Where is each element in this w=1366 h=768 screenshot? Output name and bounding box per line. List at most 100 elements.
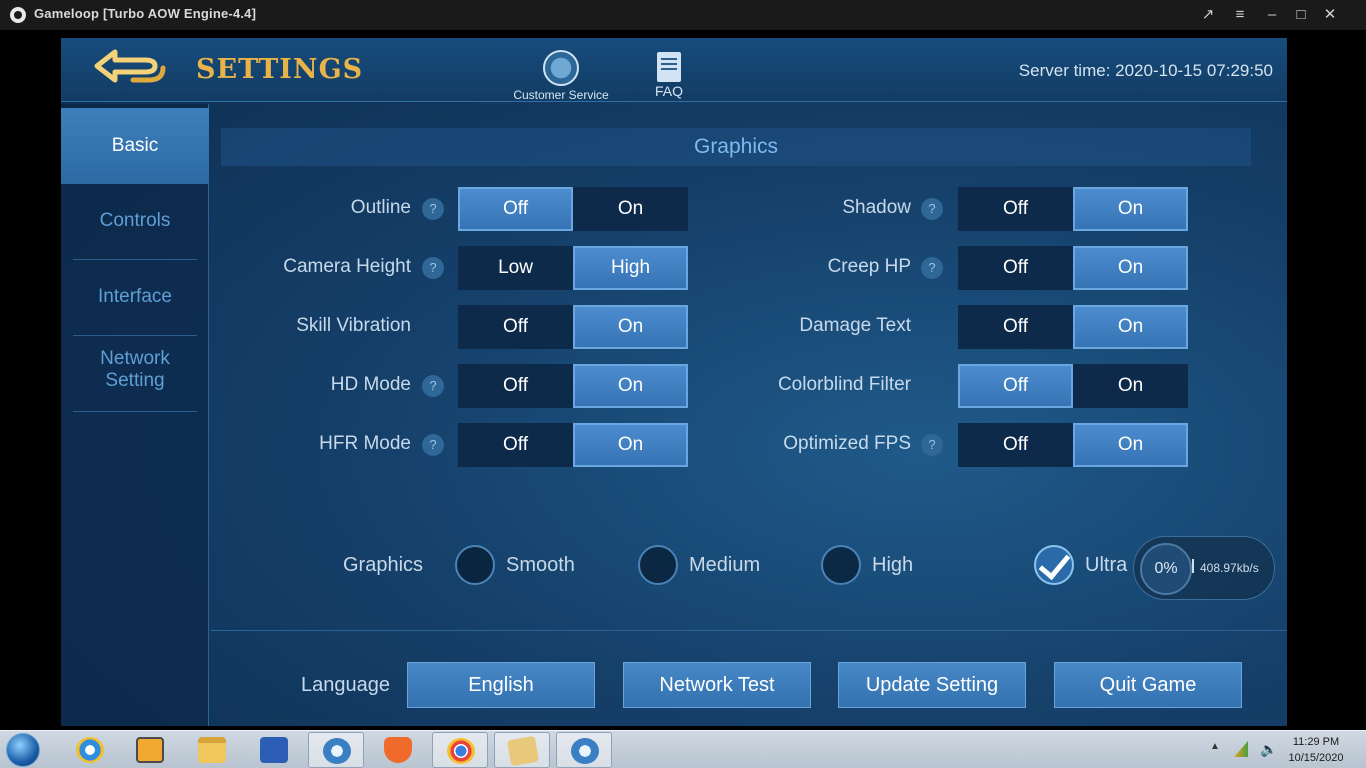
- graphics-quality-label: Graphics: [343, 554, 424, 576]
- creep-hp-label: Creep HP: [827, 256, 911, 277]
- skill-vibration-toggle[interactable]: Off On: [458, 305, 688, 349]
- colorblind-filter-toggle[interactable]: Off On: [958, 364, 1188, 408]
- faq-button[interactable]: FAQ: [647, 52, 691, 102]
- back-arrow-icon: [94, 49, 166, 83]
- maximize-button[interactable]: □: [1291, 5, 1311, 25]
- sidebar-item-basic[interactable]: Basic: [61, 108, 209, 184]
- taskbar-gameloop[interactable]: [556, 732, 612, 768]
- language-label: Language: [301, 674, 390, 696]
- internet-explorer-icon: [76, 737, 104, 763]
- network-speed: 408.97kb/s: [1200, 561, 1259, 575]
- headset-icon: [543, 50, 579, 86]
- shadow-toggle[interactable]: Off On: [958, 187, 1188, 231]
- hd-mode-toggle[interactable]: Off On: [458, 364, 688, 408]
- colorblind-filter-label: Colorblind Filter: [777, 374, 911, 395]
- hd-mode-label: HD Mode: [330, 374, 411, 395]
- network-test-button[interactable]: Network Test: [623, 662, 811, 708]
- optimized-fps-on-option[interactable]: On: [1073, 423, 1188, 467]
- damage-text-on-option[interactable]: On: [1073, 305, 1188, 349]
- gameloop-icon: [571, 738, 599, 764]
- quality-high-radio[interactable]: [821, 545, 861, 585]
- sidebar-item-label: Controls: [99, 210, 171, 231]
- taskbar-folder[interactable]: [494, 732, 550, 768]
- damage-text-off-option[interactable]: Off: [958, 305, 1073, 349]
- hfr-mode-off-option[interactable]: Off: [458, 423, 573, 467]
- help-icon[interactable]: ?: [422, 257, 444, 279]
- quality-medium-label[interactable]: Medium: [689, 554, 760, 577]
- sidebar-item-label: Interface: [98, 286, 172, 307]
- quit-game-button[interactable]: Quit Game: [1054, 662, 1242, 708]
- close-button[interactable]: ✕: [1320, 5, 1340, 25]
- help-icon[interactable]: ?: [422, 375, 444, 397]
- shadow-off-option[interactable]: Off: [958, 187, 1073, 231]
- hfr-mode-toggle[interactable]: Off On: [458, 423, 688, 467]
- taskbar-chrome[interactable]: [432, 732, 488, 768]
- volume-icon[interactable]: 🔈: [1260, 741, 1277, 757]
- window-titlebar: Gameloop [Turbo AOW Engine-4.4] ↗ ≡ – □ …: [0, 0, 1366, 30]
- media-player-icon: [136, 737, 164, 763]
- optimized-fps-off-option[interactable]: Off: [958, 423, 1073, 467]
- optimized-fps-toggle[interactable]: Off On: [958, 423, 1188, 467]
- help-icon[interactable]: ?: [422, 434, 444, 456]
- folder-icon: [198, 737, 226, 763]
- sidebar-item-label: Network Setting: [100, 348, 170, 391]
- shadow-on-option[interactable]: On: [1073, 187, 1188, 231]
- shadow-label: Shadow: [842, 197, 911, 218]
- start-button[interactable]: [6, 733, 40, 767]
- network-percent: 0%: [1140, 543, 1192, 595]
- taskbar-word[interactable]: [246, 732, 302, 768]
- fullscreen-icon[interactable]: ↗: [1198, 5, 1218, 25]
- windows-taskbar: ▲ 🔈 11:29 PM 10/15/2020: [0, 730, 1366, 768]
- camera-height-low-option[interactable]: Low: [458, 246, 573, 290]
- hfr-mode-label: HFR Mode: [319, 433, 411, 454]
- taskbar-media-player[interactable]: [122, 732, 178, 768]
- quality-high-label[interactable]: High: [872, 554, 913, 577]
- optimized-fps-label: Optimized FPS: [783, 433, 911, 454]
- taskbar-clock[interactable]: 11:29 PM 10/15/2020: [1276, 734, 1356, 766]
- help-icon[interactable]: ?: [921, 198, 943, 220]
- taskbar-gameloop[interactable]: [308, 732, 364, 768]
- graphics-section-title: Graphics: [221, 128, 1251, 166]
- colorblind-filter-on-option[interactable]: On: [1073, 364, 1188, 408]
- clock-date: 10/15/2020: [1288, 752, 1344, 764]
- damage-text-label: Damage Text: [799, 315, 911, 336]
- camera-height-toggle[interactable]: Low High: [458, 246, 688, 290]
- minimize-button[interactable]: –: [1262, 5, 1282, 25]
- sidebar-item-controls[interactable]: Controls: [61, 184, 209, 260]
- back-button[interactable]: [93, 46, 167, 90]
- skill-vibration-label: Skill Vibration: [296, 315, 411, 336]
- outline-toggle[interactable]: Off On: [458, 187, 688, 231]
- taskbar-brave[interactable]: [370, 732, 426, 768]
- outline-off-option[interactable]: Off: [458, 187, 573, 231]
- brave-icon: [384, 737, 412, 763]
- network-status-badge: 0% 408.97kb/s: [1133, 536, 1275, 600]
- language-button[interactable]: English: [407, 662, 595, 708]
- damage-text-toggle[interactable]: Off On: [958, 305, 1188, 349]
- creep-hp-on-option[interactable]: On: [1073, 246, 1188, 290]
- colorblind-filter-off-option[interactable]: Off: [958, 364, 1073, 408]
- menu-icon[interactable]: ≡: [1230, 5, 1250, 25]
- window-title: Gameloop [Turbo AOW Engine-4.4]: [34, 6, 257, 21]
- help-icon[interactable]: ?: [921, 257, 943, 279]
- help-icon[interactable]: ?: [422, 198, 444, 220]
- creep-hp-toggle[interactable]: Off On: [958, 246, 1188, 290]
- quality-ultra-radio[interactable]: [1034, 545, 1074, 585]
- network-icon[interactable]: [1234, 741, 1248, 757]
- sidebar-divider: [73, 411, 197, 412]
- taskbar-file-explorer[interactable]: [184, 732, 240, 768]
- creep-hp-off-option[interactable]: Off: [958, 246, 1073, 290]
- quality-ultra-label[interactable]: Ultra: [1085, 554, 1127, 577]
- quality-smooth-label[interactable]: Smooth: [506, 554, 575, 577]
- update-setting-button[interactable]: Update Setting: [838, 662, 1026, 708]
- tray-expand-icon[interactable]: ▲: [1210, 741, 1224, 757]
- customer-service-button[interactable]: Customer Service: [501, 50, 621, 102]
- help-icon[interactable]: ?: [921, 434, 943, 456]
- customer-service-label: Customer Service: [513, 88, 609, 102]
- camera-height-label: Camera Height: [283, 256, 411, 277]
- quality-smooth-radio[interactable]: [455, 545, 495, 585]
- hd-mode-off-option[interactable]: Off: [458, 364, 573, 408]
- skill-vibration-off-option[interactable]: Off: [458, 305, 573, 349]
- taskbar-internet-explorer[interactable]: [62, 732, 118, 768]
- quality-medium-radio[interactable]: [638, 545, 678, 585]
- faq-label: FAQ: [654, 83, 683, 99]
